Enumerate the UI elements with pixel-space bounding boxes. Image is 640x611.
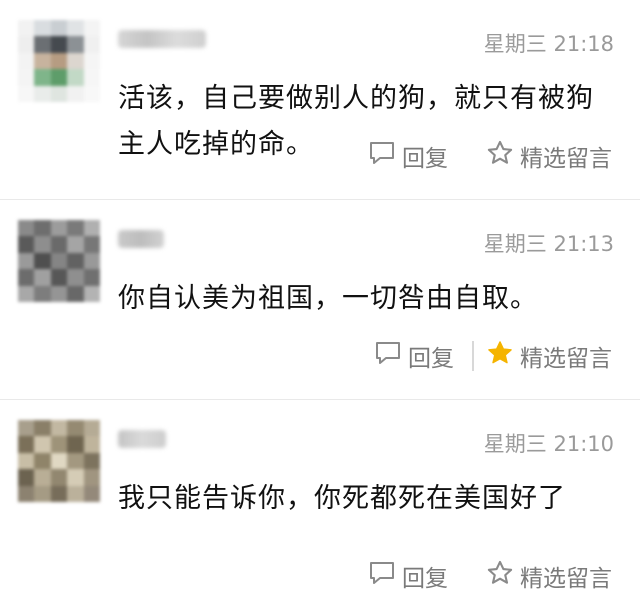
avatar[interactable] — [18, 220, 100, 302]
star-filled-icon — [486, 339, 520, 373]
reply-button[interactable]: 回复 — [374, 339, 454, 373]
reply-icon — [374, 340, 408, 372]
comment-time: 星期三 21:18 — [483, 32, 614, 56]
avatar[interactable] — [18, 420, 100, 502]
star-outline-icon — [486, 559, 520, 593]
comment-actions: 回复 精选留言 — [374, 339, 612, 373]
comment-time: 星期三 21:10 — [483, 432, 614, 456]
comment-time: 星期三 21:13 — [483, 232, 614, 256]
star-outline-icon — [486, 139, 520, 173]
feature-comment-button[interactable]: 精选留言 — [486, 139, 612, 173]
nickname-blurred — [118, 430, 166, 448]
nickname-blurred — [118, 230, 164, 248]
feature-comment-button[interactable]: 精选留言 — [486, 559, 612, 593]
feature-comment-button[interactable]: 精选留言 — [486, 339, 612, 373]
reply-icon — [368, 140, 402, 172]
comment-item: 星期三 21:10 我只能告诉你，你死都死在美国好了 回复 精选留言 — [0, 400, 640, 611]
reply-icon — [368, 560, 402, 592]
comment-text: 你自认美为祖国，一切咎由自取。 — [118, 283, 538, 314]
comment-item: 星期三 21:18 活该，自己要做别人的狗，就只有被狗 主人吃掉的命。 回复 精… — [0, 0, 640, 200]
reply-button[interactable]: 回复 — [368, 139, 448, 173]
comment-actions: 回复 精选留言 — [368, 559, 612, 593]
action-divider — [472, 341, 474, 371]
comment-actions: 回复 精选留言 — [368, 139, 612, 173]
comment-item: 星期三 21:13 你自认美为祖国，一切咎由自取。 回复 精选留言 — [0, 200, 640, 400]
reply-button[interactable]: 回复 — [368, 559, 448, 593]
avatar[interactable] — [18, 20, 100, 102]
comment-text: 我只能告诉你，你死都死在美国好了 — [118, 483, 566, 514]
nickname-blurred — [118, 30, 206, 48]
comment-list: 星期三 21:18 活该，自己要做别人的狗，就只有被狗 主人吃掉的命。 回复 精… — [0, 0, 640, 611]
